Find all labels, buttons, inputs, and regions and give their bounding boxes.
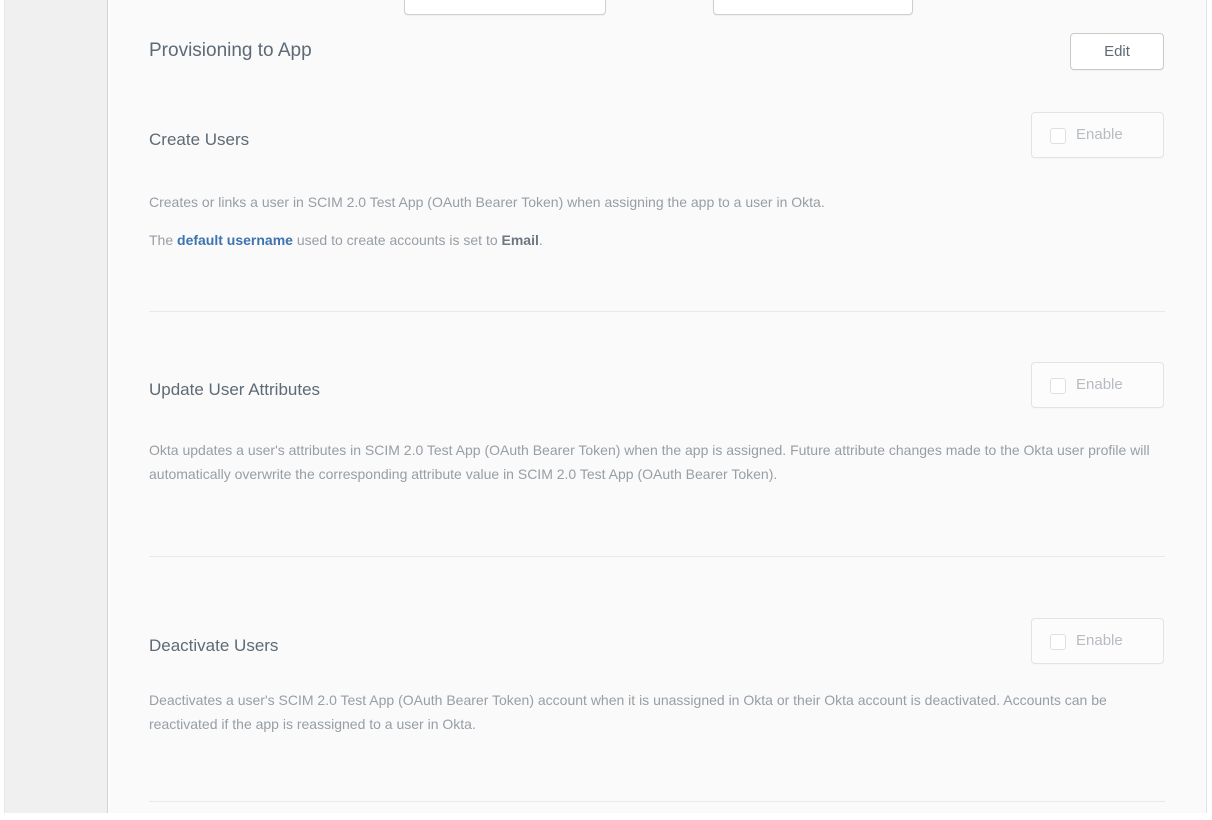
- deactivate-users-description: Deactivates a user's SCIM 2.0 Test App (…: [149, 688, 1169, 736]
- section-title-create-users: Create Users: [149, 130, 249, 150]
- create-users-enable-toggle[interactable]: Enable: [1031, 112, 1164, 158]
- note-bold-value: Email: [502, 232, 539, 248]
- note-middle: used to create accounts is set to: [293, 232, 502, 248]
- update-user-attributes-enable-toggle[interactable]: Enable: [1031, 362, 1164, 408]
- truncated-input-right[interactable]: [713, 0, 913, 15]
- truncated-input-left[interactable]: [404, 0, 606, 15]
- create-users-note: The default username used to create acco…: [149, 228, 1169, 252]
- section-title-update-user-attributes: Update User Attributes: [149, 380, 320, 400]
- edit-button[interactable]: Edit: [1070, 33, 1164, 70]
- section-divider: [149, 801, 1165, 802]
- enable-label: Enable: [1076, 113, 1123, 157]
- section-title-deactivate-users: Deactivate Users: [149, 636, 278, 656]
- note-prefix: The: [149, 232, 177, 248]
- default-username-link[interactable]: default username: [177, 232, 293, 248]
- section-divider: [149, 556, 1165, 557]
- checkbox-icon[interactable]: [1050, 128, 1066, 144]
- provisioning-panel: Provisioning to App Edit Create Users En…: [109, 0, 1207, 813]
- deactivate-users-enable-toggle[interactable]: Enable: [1031, 618, 1164, 664]
- checkbox-icon[interactable]: [1050, 378, 1066, 394]
- checkbox-icon[interactable]: [1050, 634, 1066, 650]
- update-user-attributes-description: Okta updates a user's attributes in SCIM…: [149, 438, 1169, 486]
- note-suffix: .: [539, 232, 543, 248]
- enable-label: Enable: [1076, 363, 1123, 407]
- section-divider: [149, 311, 1165, 312]
- okta-provisioning-page: Provisioning to App Edit Create Users En…: [0, 0, 1212, 820]
- enable-label: Enable: [1076, 619, 1123, 663]
- page-title: Provisioning to App: [149, 40, 312, 62]
- left-sidebar: [4, 0, 108, 813]
- create-users-description: Creates or links a user in SCIM 2.0 Test…: [149, 190, 1169, 214]
